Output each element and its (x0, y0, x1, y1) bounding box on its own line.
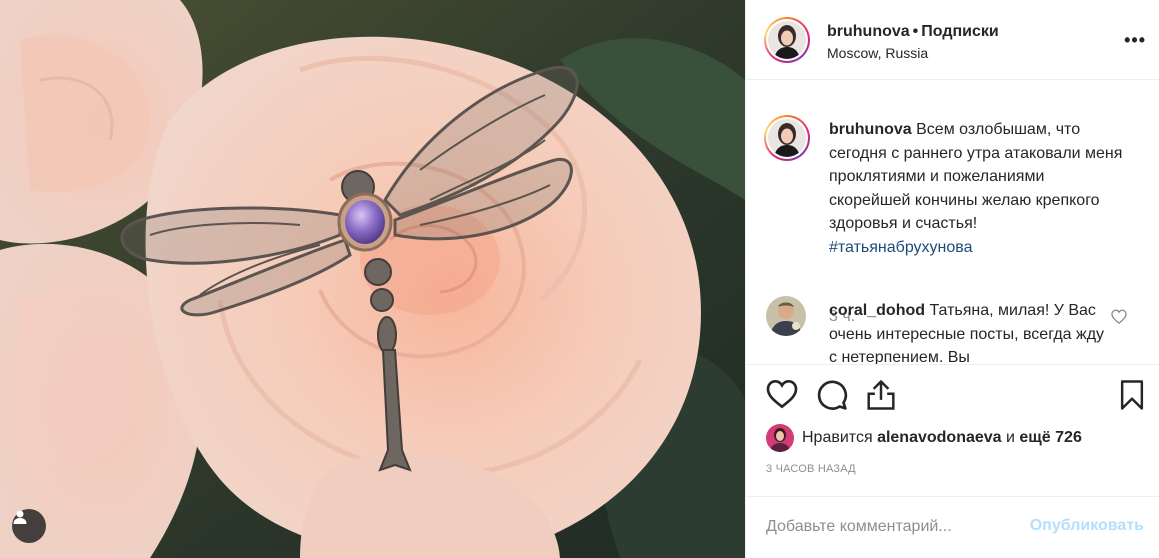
likes-and: и (1006, 429, 1015, 446)
add-comment-form: Опубликовать (746, 496, 1159, 558)
like-button[interactable] (766, 379, 798, 412)
separator-dot: • (912, 23, 919, 40)
likes-summary: Нравится alenavodonaeva и ещё 726 (766, 424, 1082, 452)
caption-hashtag[interactable]: #татьянабрухунова (829, 236, 1129, 260)
post-actions-bar (746, 365, 1159, 425)
bookmark-icon (1119, 380, 1145, 414)
post-timestamp[interactable]: 3 ЧАСОВ НАЗАД (766, 463, 856, 475)
following-button[interactable]: Подписки (921, 23, 998, 40)
dragonfly-brooch-on-rose-image (0, 0, 745, 558)
comment-button[interactable] (816, 379, 848, 414)
more-horizontal-icon: ••• (1124, 30, 1146, 50)
likes-others-count[interactable]: ещё 726 (1019, 429, 1081, 447)
more-options-button[interactable]: ••• (1124, 30, 1146, 51)
publish-button[interactable]: Опубликовать (1030, 517, 1144, 535)
comment-like-button[interactable] (1111, 309, 1127, 327)
caption-username[interactable]: bruhunova (829, 121, 912, 138)
save-button[interactable] (1119, 379, 1145, 414)
share-button[interactable] (866, 379, 896, 414)
heart-outline-icon (766, 379, 798, 412)
liker-username[interactable]: alenavodonaeva (877, 429, 1002, 447)
post-location[interactable]: Moscow, Russia (827, 45, 999, 61)
comments-section[interactable]: bruhunova Всем озлобышам, что сегодня с … (746, 80, 1159, 365)
comment-text-block: coral_dohod Татьяна, милая! У Вас очень … (829, 299, 1109, 364)
comment-input[interactable] (766, 515, 1016, 539)
author-avatar[interactable] (764, 17, 810, 63)
commenter-avatar[interactable] (766, 296, 806, 336)
caption-text-block: bruhunova Всем озлобышам, что сегодня с … (829, 118, 1129, 259)
post-photo[interactable] (0, 0, 745, 558)
user-tags-button[interactable] (12, 509, 46, 543)
instagram-post: bruhunova•Подписки Moscow, Russia ••• (0, 0, 1159, 558)
liker-avatar[interactable] (766, 424, 794, 452)
heart-outline-icon (1111, 309, 1127, 327)
caption-author-avatar[interactable] (764, 115, 810, 161)
comment-bubble-icon (816, 380, 848, 414)
post-side-panel: bruhunova•Подписки Moscow, Russia ••• (745, 0, 1159, 558)
share-upload-icon (866, 380, 896, 414)
post-header: bruhunova • Подписки Moscow, Russia ••• (746, 0, 1159, 80)
likes-prefix: Нравится (802, 429, 873, 446)
commenter-username[interactable]: coral_dohod (829, 302, 925, 319)
author-username[interactable]: bruhunova (827, 23, 910, 40)
header-text: bruhunova • Подписки Moscow, Russia (827, 23, 999, 61)
